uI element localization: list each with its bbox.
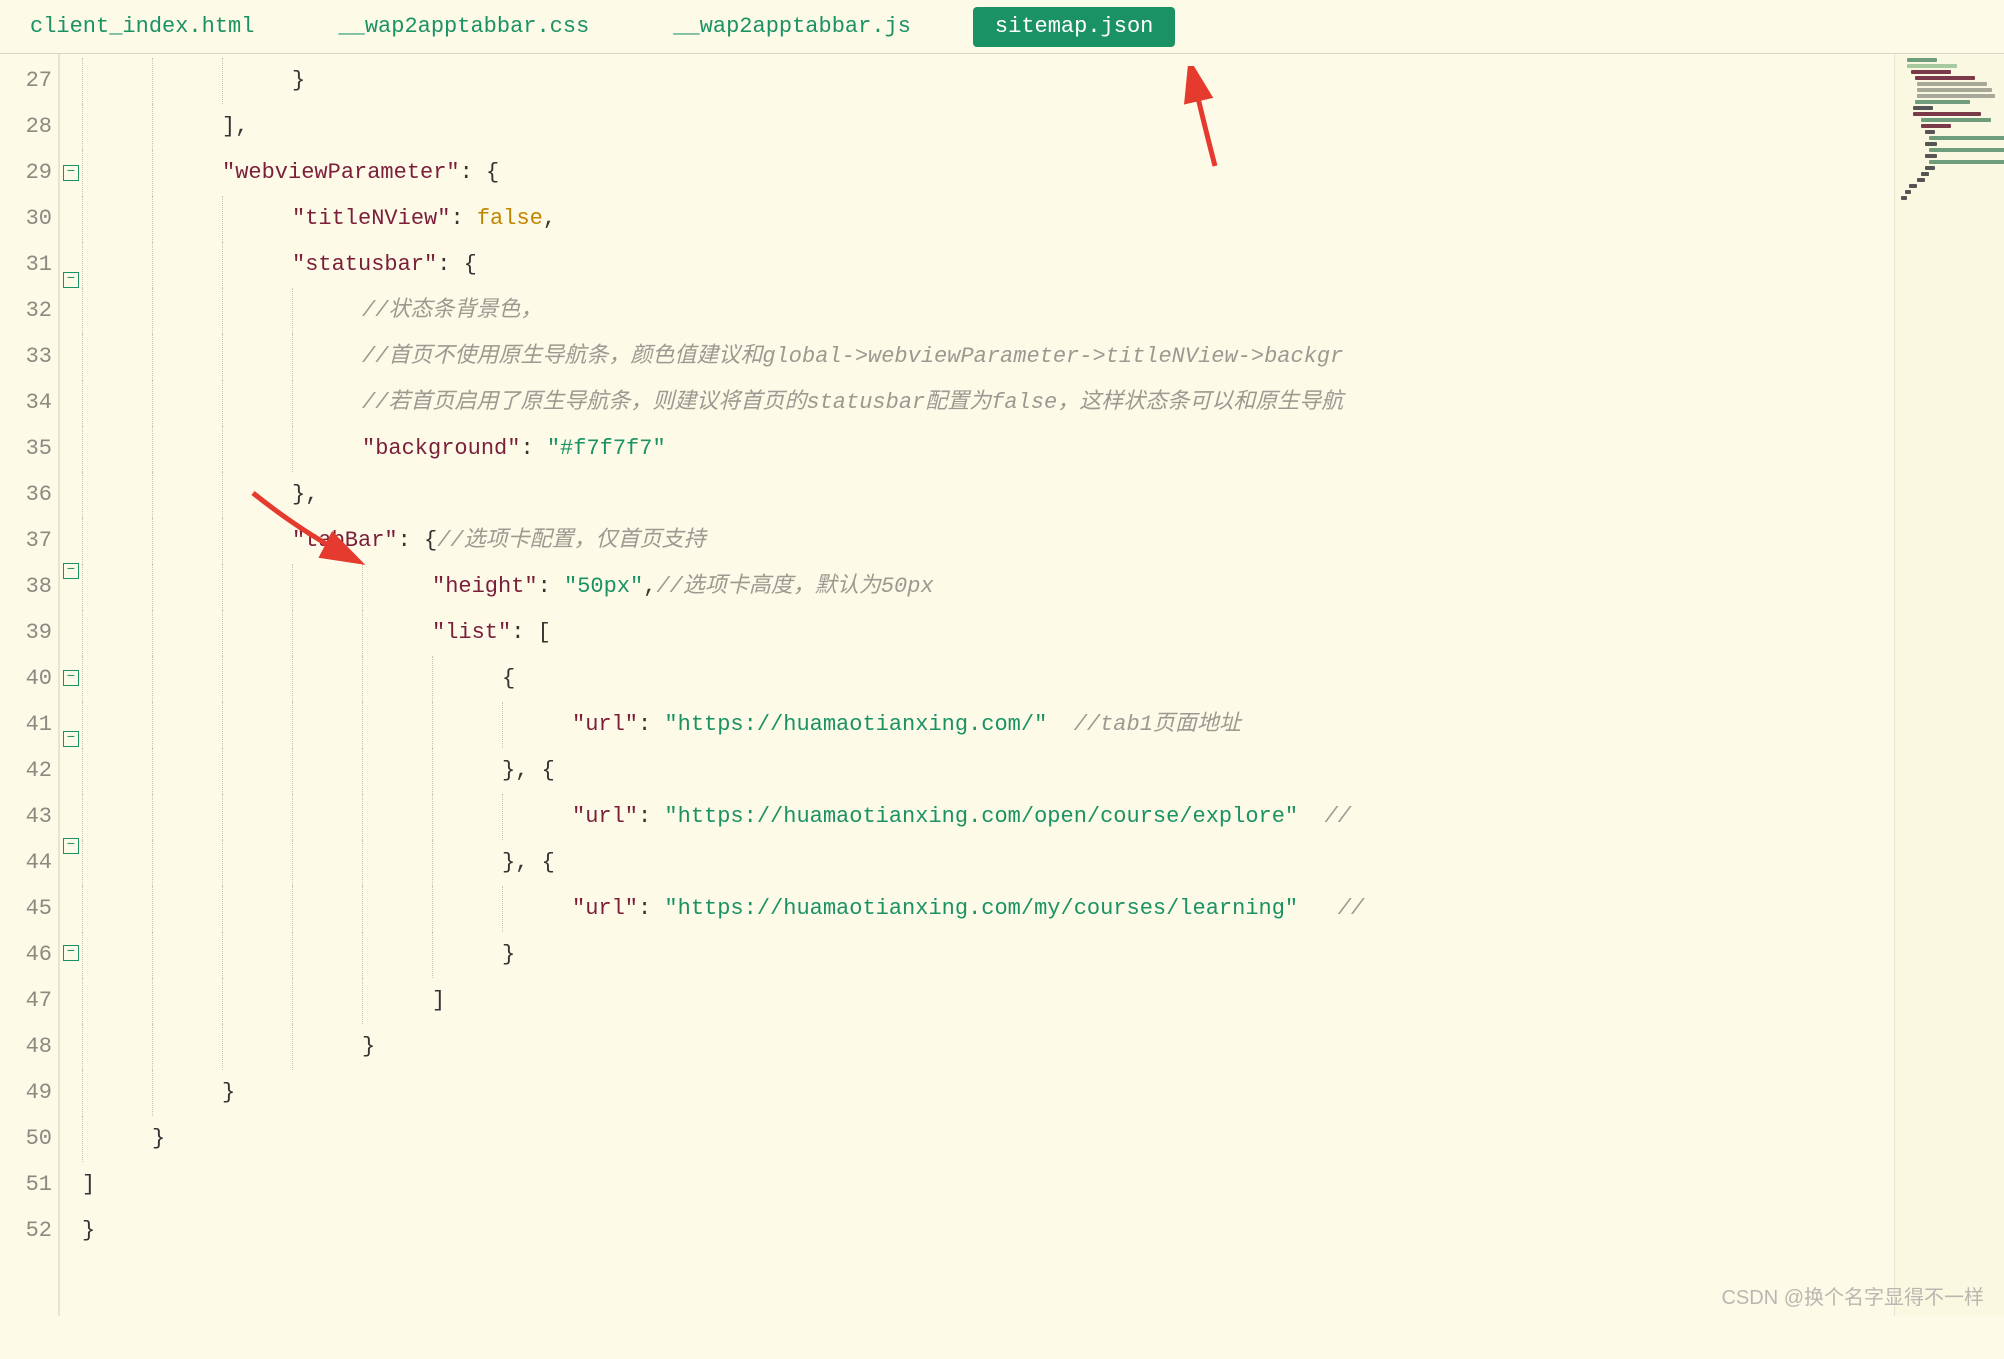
tab-sitemap-json[interactable]: sitemap.json xyxy=(973,7,1175,47)
code-line[interactable]: ], xyxy=(82,104,1894,150)
code-line[interactable]: ] xyxy=(82,1162,1894,1208)
code-line[interactable]: "tabBar": {//选项卡配置，仅首页支持 xyxy=(82,518,1894,564)
code-line[interactable]: //首页不使用原生导航条，颜色值建议和global->webviewParame… xyxy=(82,334,1894,380)
line-number: 48 xyxy=(0,1024,58,1070)
code-line[interactable]: } xyxy=(82,1116,1894,1162)
code-line[interactable]: } xyxy=(82,932,1894,978)
code-line[interactable]: "height": "50px",//选项卡高度，默认为50px xyxy=(82,564,1894,610)
line-number: 30 xyxy=(0,196,58,242)
code-line[interactable]: "webviewParameter": { xyxy=(82,150,1894,196)
fold-toggle-icon[interactable]: − xyxy=(63,670,79,686)
line-number: 28 xyxy=(0,104,58,150)
tab-client-index[interactable]: client_index.html xyxy=(8,7,276,47)
fold-toggle-icon[interactable]: − xyxy=(63,563,79,579)
code-line[interactable]: "url": "https://huamaotianxing.com/open/… xyxy=(82,794,1894,840)
line-number: 51 xyxy=(0,1162,58,1208)
code-line[interactable]: "url": "https://huamaotianxing.com/my/co… xyxy=(82,886,1894,932)
line-number: 45 xyxy=(0,886,58,932)
watermark-text: CSDN @换个名字显得不一样 xyxy=(1721,1281,1984,1310)
code-line[interactable]: "titleNView": false, xyxy=(82,196,1894,242)
tab-wap2apptabbar-js[interactable]: __wap2apptabbar.js xyxy=(651,7,933,47)
line-number: 29 xyxy=(0,150,58,196)
code-line[interactable]: }, { xyxy=(82,748,1894,794)
code-line[interactable]: "background": "#f7f7f7" xyxy=(82,426,1894,472)
editor-area: 2728293031323334353637383940414243444546… xyxy=(0,54,2004,1316)
line-number: 27 xyxy=(0,58,58,104)
line-number: 47 xyxy=(0,978,58,1024)
line-number: 40 xyxy=(0,656,58,702)
line-number: 49 xyxy=(0,1070,58,1116)
line-number: 35 xyxy=(0,426,58,472)
line-number: 38 xyxy=(0,564,58,610)
tab-wap2apptabbar-css[interactable]: __wap2apptabbar.css xyxy=(316,7,611,47)
line-number: 46 xyxy=(0,932,58,978)
code-line[interactable]: { xyxy=(82,656,1894,702)
code-line[interactable]: } xyxy=(82,1024,1894,1070)
code-line[interactable]: "statusbar": { xyxy=(82,242,1894,288)
code-line[interactable]: } xyxy=(82,1070,1894,1116)
line-number: 33 xyxy=(0,334,58,380)
line-number: 32 xyxy=(0,288,58,334)
code-line[interactable]: "url": "https://huamaotianxing.com/" //t… xyxy=(82,702,1894,748)
editor-tabbar: client_index.html __wap2apptabbar.css __… xyxy=(0,0,2004,54)
code-line[interactable]: //状态条背景色， xyxy=(82,288,1894,334)
line-number: 37 xyxy=(0,518,58,564)
line-number: 50 xyxy=(0,1116,58,1162)
code-content[interactable]: }],"webviewParameter": {"titleNView": fa… xyxy=(82,54,1894,1316)
fold-toggle-icon[interactable]: − xyxy=(63,838,79,854)
line-number: 44 xyxy=(0,840,58,886)
code-line[interactable]: ] xyxy=(82,978,1894,1024)
code-line[interactable]: //若首页启用了原生导航条，则建议将首页的statusbar配置为false，这… xyxy=(82,380,1894,426)
code-line[interactable]: "list": [ xyxy=(82,610,1894,656)
line-number: 41 xyxy=(0,702,58,748)
line-number: 36 xyxy=(0,472,58,518)
fold-toggle-icon[interactable]: − xyxy=(63,731,79,747)
line-number: 43 xyxy=(0,794,58,840)
fold-column: − − − − − − − xyxy=(60,54,82,1316)
line-number: 34 xyxy=(0,380,58,426)
minimap[interactable] xyxy=(1894,54,2004,1316)
fold-toggle-icon[interactable]: − xyxy=(63,165,79,181)
code-line[interactable]: }, { xyxy=(82,840,1894,886)
line-number: 39 xyxy=(0,610,58,656)
code-line[interactable]: }, xyxy=(82,472,1894,518)
fold-toggle-icon[interactable]: − xyxy=(63,945,79,961)
line-number: 42 xyxy=(0,748,58,794)
line-number-gutter: 2728293031323334353637383940414243444546… xyxy=(0,54,60,1316)
code-line[interactable]: } xyxy=(82,1208,1894,1254)
fold-toggle-icon[interactable]: − xyxy=(63,272,79,288)
line-number: 31 xyxy=(0,242,58,288)
code-line[interactable]: } xyxy=(82,58,1894,104)
line-number: 52 xyxy=(0,1208,58,1254)
